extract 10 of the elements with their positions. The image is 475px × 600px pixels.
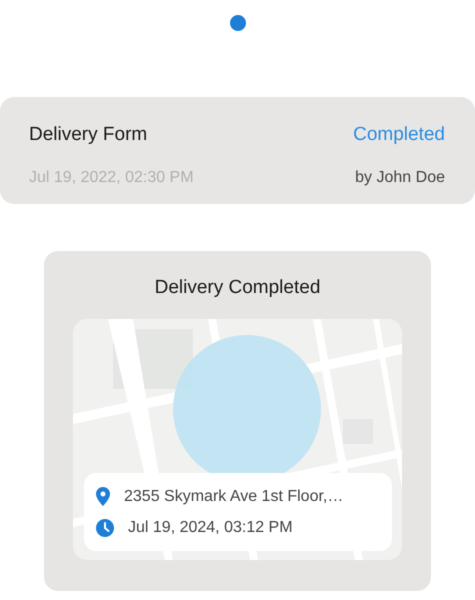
form-timestamp: Jul 19, 2022, 02:30 PM	[29, 169, 195, 188]
status-label: Completed	[353, 124, 445, 147]
form-title: Delivery Form	[29, 124, 148, 147]
page-indicator-dot	[230, 15, 246, 31]
delivery-time: Jul 19, 2024, 03:12 PM	[128, 518, 293, 537]
delivery-title: Delivery Completed	[154, 277, 320, 299]
delivery-address: 2355 Skymark Ave 1st Floor,…	[124, 488, 344, 506]
clock-icon	[96, 518, 114, 537]
location-pin-icon	[96, 487, 110, 506]
author-label: by John Doe	[354, 169, 445, 188]
